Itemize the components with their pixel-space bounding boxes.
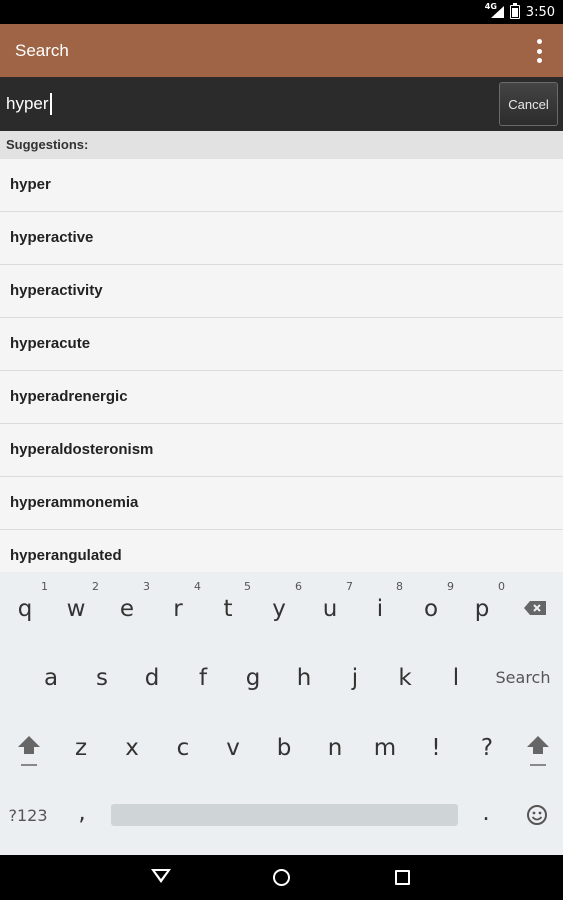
- shift-key-right[interactable]: [525, 734, 551, 772]
- key-g[interactable]: g: [240, 663, 266, 693]
- suggestion-item[interactable]: hyper: [0, 159, 563, 212]
- cancel-button[interactable]: Cancel: [499, 82, 558, 126]
- backspace-key[interactable]: [522, 600, 548, 616]
- soft-keyboard: 1q 2w 3e 4r 5t 6y 7u 8i 9o 0p a s d f g …: [0, 572, 563, 855]
- key-comma[interactable]: ,: [72, 798, 92, 828]
- text-caret: [49, 93, 52, 115]
- space-key[interactable]: [111, 804, 458, 826]
- suggestion-item[interactable]: hyperactivity: [0, 265, 563, 318]
- page-title: Search: [15, 41, 69, 60]
- navigation-bar: [0, 855, 563, 900]
- recent-apps-icon[interactable]: [395, 870, 410, 885]
- search-bar: hyper Cancel: [0, 77, 563, 131]
- suggestion-item[interactable]: hyperactive: [0, 212, 563, 265]
- clock: 3:50: [525, 4, 555, 20]
- key-p[interactable]: 0p: [469, 580, 505, 624]
- shift-key-left[interactable]: [16, 734, 42, 772]
- battery-icon: [509, 3, 520, 19]
- suggestion-item[interactable]: hyperaldosteronism: [0, 424, 563, 477]
- app-bar: Search: [0, 24, 563, 77]
- key-m[interactable]: m: [372, 733, 398, 763]
- shift-icon: [527, 736, 549, 766]
- key-k[interactable]: k: [392, 663, 418, 693]
- search-input[interactable]: hyper: [6, 91, 486, 117]
- key-period[interactable]: .: [476, 798, 496, 828]
- key-q[interactable]: 1q: [12, 580, 48, 624]
- key-l[interactable]: l: [443, 663, 469, 693]
- emoji-key[interactable]: [526, 804, 548, 826]
- overflow-menu-icon[interactable]: [534, 39, 544, 63]
- key-s[interactable]: s: [89, 663, 115, 693]
- key-f[interactable]: f: [190, 663, 216, 693]
- suggestion-item[interactable]: hyperammonemia: [0, 477, 563, 530]
- key-i[interactable]: 8i: [367, 580, 403, 624]
- search-query-text: hyper: [6, 94, 49, 113]
- key-x[interactable]: x: [119, 733, 145, 763]
- symbols-key[interactable]: ?123: [6, 806, 50, 826]
- key-b[interactable]: b: [271, 733, 297, 763]
- key-n[interactable]: n: [322, 733, 348, 763]
- key-t[interactable]: 5t: [215, 580, 251, 624]
- key-h[interactable]: h: [291, 663, 317, 693]
- status-bar: 4G 3:50: [0, 0, 563, 24]
- key-o[interactable]: 9o: [418, 580, 454, 624]
- suggestions-panel: Suggestions: hyper hyperactive hyperacti…: [0, 131, 563, 572]
- search-key[interactable]: Search: [492, 667, 554, 689]
- key-c[interactable]: c: [170, 733, 196, 763]
- back-icon[interactable]: [151, 869, 171, 883]
- suggestion-item[interactable]: hyperacute: [0, 318, 563, 371]
- key-y[interactable]: 6y: [266, 580, 302, 624]
- key-question[interactable]: ?: [474, 733, 500, 763]
- suggestion-item[interactable]: hyperadrenergic: [0, 371, 563, 424]
- home-icon[interactable]: [273, 869, 290, 886]
- key-exclamation[interactable]: !: [423, 733, 449, 763]
- key-r[interactable]: 4r: [165, 580, 201, 624]
- key-u[interactable]: 7u: [317, 580, 353, 624]
- cell-signal-icon: 4G: [485, 2, 504, 19]
- key-w[interactable]: 2w: [63, 580, 99, 624]
- key-d[interactable]: d: [139, 663, 165, 693]
- key-v[interactable]: v: [220, 733, 246, 763]
- shift-icon: [18, 736, 40, 766]
- key-j[interactable]: j: [342, 663, 368, 693]
- key-z[interactable]: z: [68, 733, 94, 763]
- smiley-icon: [527, 805, 547, 825]
- key-e[interactable]: 3e: [114, 580, 150, 624]
- backspace-icon: [524, 601, 546, 615]
- suggestions-header: Suggestions:: [0, 131, 563, 159]
- suggestion-item[interactable]: hyperangulated: [0, 530, 563, 572]
- key-a[interactable]: a: [38, 663, 64, 693]
